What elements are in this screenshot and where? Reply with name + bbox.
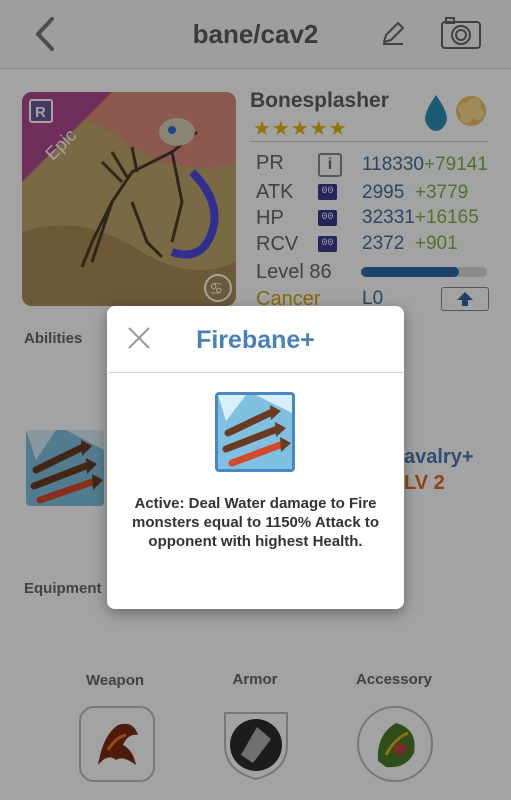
monster-detail-page: bane/cav2 Epic R ♋ Bonesplasher ★★★★★ PR… <box>0 0 511 800</box>
modal-divider <box>107 372 404 373</box>
modal-ability-icon <box>215 392 295 472</box>
modal-backdrop-top <box>0 0 511 69</box>
modal-title: Firebane+ <box>196 326 315 354</box>
modal-description: Active: Deal Water damage to Fire monste… <box>131 495 380 550</box>
arrows-ability-icon <box>218 395 292 469</box>
ability-detail-modal: Firebane+ Active: Deal Water damage to F… <box>107 306 404 609</box>
